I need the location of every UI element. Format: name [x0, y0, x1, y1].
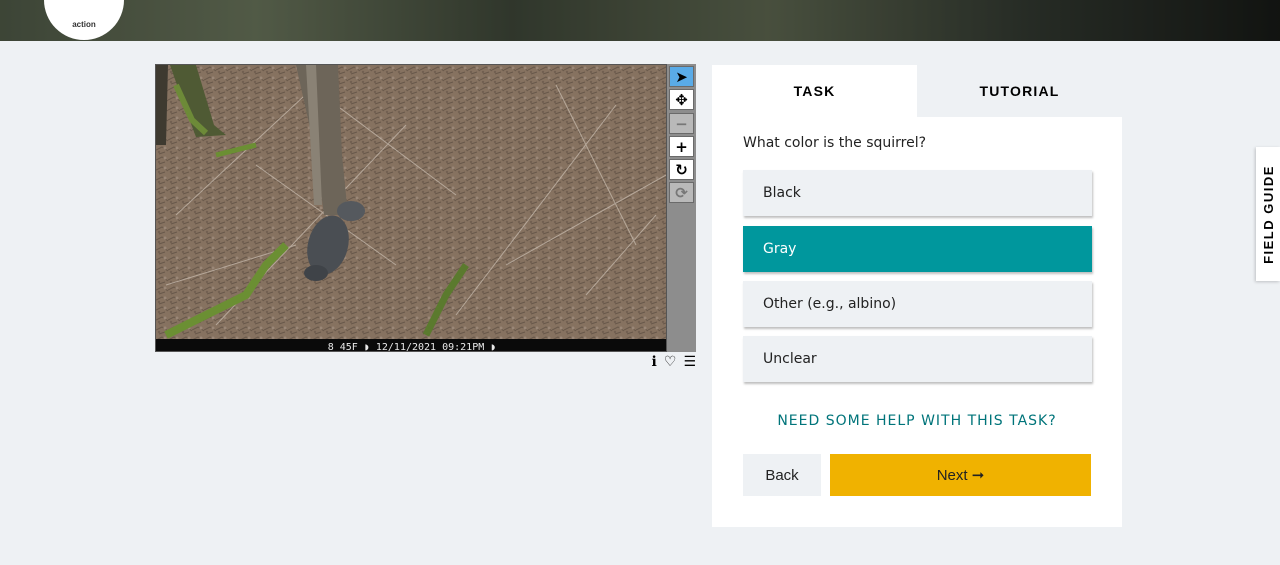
- move-tool-button[interactable]: ✥: [669, 89, 694, 110]
- answer-other[interactable]: Other (e.g., albino): [743, 281, 1092, 327]
- plus-icon: +: [675, 137, 688, 156]
- reset-icon: ⟳: [675, 183, 688, 202]
- heart-icon[interactable]: ♡: [664, 353, 677, 371]
- list-icon[interactable]: ☰: [683, 353, 696, 371]
- subject-viewer: 8 45F ◗ 12/11/2021 09:21PM ◗ ➤ ✥ − + ↻ ⟳: [155, 64, 696, 352]
- reset-button[interactable]: ⟳: [669, 182, 694, 203]
- pointer-icon: ➤: [675, 67, 688, 86]
- image-timestamp: 8 45F ◗ 12/11/2021 09:21PM ◗: [328, 342, 497, 352]
- answer-black[interactable]: Black: [743, 170, 1092, 216]
- rotate-icon: ↻: [675, 160, 688, 179]
- field-guide-label: FIELD GUIDE: [1260, 164, 1276, 264]
- task-panel: TASK TUTORIAL What color is the squirrel…: [712, 65, 1122, 527]
- answer-gray[interactable]: Gray: [743, 226, 1092, 272]
- zoom-out-button[interactable]: −: [669, 113, 694, 134]
- header-banner: [0, 0, 1280, 41]
- rotate-button[interactable]: ↻: [669, 159, 694, 180]
- subject-image[interactable]: 8 45F ◗ 12/11/2021 09:21PM ◗: [155, 64, 667, 352]
- tab-tutorial[interactable]: TUTORIAL: [917, 65, 1122, 117]
- next-button[interactable]: Next ➞: [830, 454, 1091, 496]
- logo-text: action: [72, 20, 96, 29]
- tab-task[interactable]: TASK: [712, 65, 917, 117]
- task-question: What color is the squirrel?: [743, 135, 927, 151]
- answer-unclear[interactable]: Unclear: [743, 336, 1092, 382]
- field-guide-tab[interactable]: FIELD GUIDE: [1256, 147, 1280, 281]
- task-tabs: TASK TUTORIAL: [712, 65, 1122, 117]
- image-toolbar: ➤ ✥ − + ↻ ⟳: [667, 64, 696, 352]
- pointer-tool-button[interactable]: ➤: [669, 66, 694, 87]
- zoom-in-button[interactable]: +: [669, 136, 694, 157]
- help-link[interactable]: NEED SOME HELP WITH THIS TASK?: [712, 413, 1122, 429]
- subject-meta-icons: ℹ ♡ ☰: [632, 353, 696, 371]
- move-icon: ✥: [675, 90, 688, 109]
- back-button[interactable]: Back: [743, 454, 821, 496]
- info-icon[interactable]: ℹ: [652, 353, 657, 371]
- minus-icon: −: [675, 114, 688, 133]
